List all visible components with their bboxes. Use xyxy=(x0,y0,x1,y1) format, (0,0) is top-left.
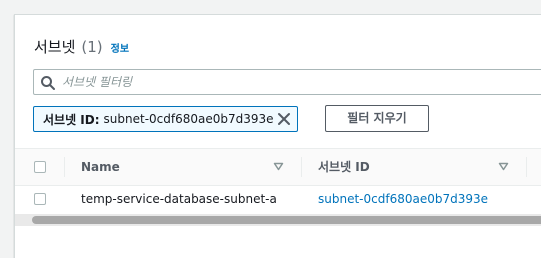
close-icon[interactable] xyxy=(277,112,291,126)
item-count: (1) xyxy=(81,38,103,56)
filter-token-label: 서브넷 ID: xyxy=(43,112,100,127)
search-input[interactable] xyxy=(62,71,541,93)
table-header: Name 서브넷 ID xyxy=(15,149,541,186)
column-separator xyxy=(64,157,65,177)
scrollbar-thumb[interactable] xyxy=(32,216,541,224)
filter-token: 서브넷 ID: subnet-0cdf680ae0b7d393e xyxy=(33,106,298,132)
column-separator xyxy=(526,157,527,177)
info-link[interactable]: 정보 xyxy=(111,40,129,55)
search-icon xyxy=(41,76,55,90)
caret-down-icon[interactable] xyxy=(273,161,284,172)
clear-filters-button[interactable]: 필터 지우기 xyxy=(325,105,429,132)
column-header-name[interactable]: Name xyxy=(81,149,120,185)
column-separator xyxy=(301,157,302,177)
panel-header: 서브넷 (1) 정보 xyxy=(34,36,129,57)
column-header-subnet-id[interactable]: 서브넷 ID xyxy=(318,149,370,185)
search-box[interactable] xyxy=(33,69,541,95)
select-all-checkbox[interactable] xyxy=(34,161,46,173)
page-title: 서브넷 xyxy=(34,38,76,56)
caret-down-icon[interactable] xyxy=(498,161,509,172)
row-checkbox[interactable] xyxy=(34,193,46,205)
subnets-panel: 서브넷 (1) 정보 서브넷 ID: subnet-0cdf680ae0b7d3… xyxy=(14,14,541,258)
filter-token-value: subnet-0cdf680ae0b7d393e xyxy=(103,112,274,126)
table-row[interactable]: temp-service-database-subnet-a subnet-0c… xyxy=(15,186,541,212)
cell-subnet-id-link[interactable]: subnet-0cdf680ae0b7d393e xyxy=(318,186,488,212)
cell-name: temp-service-database-subnet-a xyxy=(81,192,277,206)
